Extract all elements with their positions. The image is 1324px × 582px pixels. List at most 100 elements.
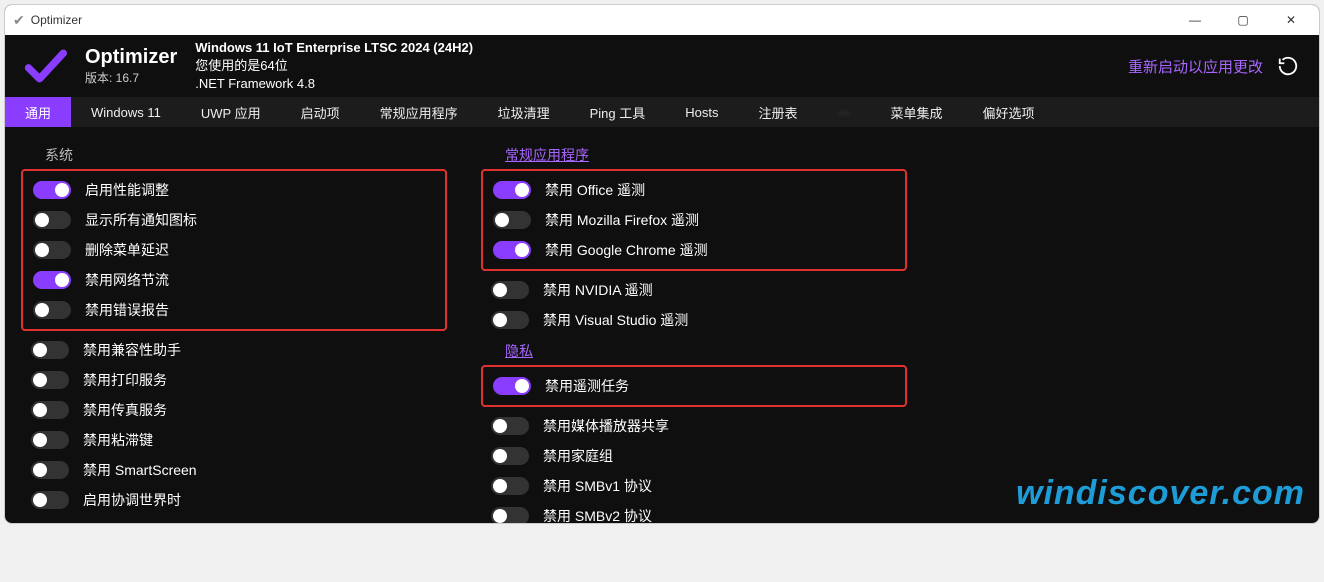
system-item-9-label: 禁用 SmartScreen [83,460,197,480]
tab-0[interactable]: 通用 [5,97,71,127]
app-version: 版本: 16.7 [85,69,177,86]
system-item-0-toggle[interactable] [33,181,71,199]
restart-to-apply-link[interactable]: 重新启动以应用更改 [1128,56,1263,77]
section-header-apps[interactable]: 常规应用程序 [505,145,907,165]
system-item-10-label: 启用协调世界时 [83,490,181,510]
arch-line: 您使用的是64位 [195,57,473,75]
system-item-10-toggle[interactable] [31,491,69,509]
app-window: ✔ Optimizer — ▢ ✕ Optimizer 版本: 16.7 Win… [4,4,1320,524]
apps-item-1-label: 禁用 Mozilla Firefox 遥测 [545,210,699,230]
system-item-3-toggle[interactable] [33,271,71,289]
content-area: 系统 启用性能调整显示所有通知图标删除菜单延迟禁用网络节流禁用错误报告 禁用兼容… [5,127,1319,523]
system-item-1-toggle[interactable] [33,211,71,229]
privacy-item-1: 禁用媒体播放器共享 [487,411,907,441]
apps-item-0-toggle[interactable] [493,181,531,199]
system-info: Windows 11 IoT Enterprise LTSC 2024 (24H… [195,39,473,94]
tab-8[interactable]: 注册表 [739,97,818,127]
tab-4[interactable]: 常规应用程序 [360,97,478,127]
system-item-1: 显示所有通知图标 [29,205,439,235]
apps-item-1-toggle[interactable] [493,211,531,229]
section-header-system: 系统 [45,145,447,165]
privacy-item-4: 禁用 SMBv2 协议 [487,501,907,524]
apps-item-4-label: 禁用 Visual Studio 遥测 [543,310,688,330]
column-right: 常规应用程序 禁用 Office 遥测禁用 Mozilla Firefox 遥测… [487,137,907,513]
apps-item-0: 禁用 Office 遥测 [489,175,899,205]
system-item-4: 禁用错误报告 [29,295,439,325]
system-item-7-toggle[interactable] [31,401,69,419]
apps-item-0-label: 禁用 Office 遥测 [545,180,645,200]
apps-item-4: 禁用 Visual Studio 遥测 [487,305,907,335]
privacy-item-1-label: 禁用媒体播放器共享 [543,416,669,436]
apps-item-2-label: 禁用 Google Chrome 遥测 [545,240,708,260]
tab-7[interactable]: Hosts [665,97,738,127]
apps-item-3-toggle[interactable] [491,281,529,299]
system-item-5: 禁用兼容性助手 [27,335,447,365]
system-item-8-label: 禁用粘滞键 [83,430,153,450]
system-item-6-toggle[interactable] [31,371,69,389]
net-line: .NET Framework 4.8 [195,75,473,93]
tab-1[interactable]: Windows 11 [71,97,181,127]
privacy-item-2: 禁用家庭组 [487,441,907,471]
system-item-1-label: 显示所有通知图标 [85,210,197,230]
highlight-system: 启用性能调整显示所有通知图标删除菜单延迟禁用网络节流禁用错误报告 [21,169,447,331]
privacy-item-4-label: 禁用 SMBv2 协议 [543,506,652,524]
tab-9[interactable]: ··· [818,97,871,127]
system-item-8-toggle[interactable] [31,431,69,449]
section-header-privacy[interactable]: 隐私 [505,341,907,361]
privacy-item-0-toggle[interactable] [493,377,531,395]
system-item-7: 禁用传真服务 [27,395,447,425]
titlebar-title: Optimizer [31,13,82,27]
tab-2[interactable]: UWP 应用 [181,97,281,127]
system-item-7-label: 禁用传真服务 [83,400,167,420]
apps-item-4-toggle[interactable] [491,311,529,329]
system-item-6-label: 禁用打印服务 [83,370,167,390]
privacy-item-4-toggle[interactable] [491,507,529,524]
system-item-3-label: 禁用网络节流 [85,270,169,290]
titlebar-app-icon: ✔ [13,12,25,29]
privacy-item-3-label: 禁用 SMBv1 协议 [543,476,652,496]
system-item-0: 启用性能调整 [29,175,439,205]
system-item-10: 启用协调世界时 [27,485,447,515]
app-logo-icon [23,44,67,88]
minimize-button[interactable]: — [1175,6,1215,34]
system-item-0-label: 启用性能调整 [85,180,169,200]
maximize-button[interactable]: ▢ [1223,6,1263,34]
system-item-5-toggle[interactable] [31,341,69,359]
privacy-item-3: 禁用 SMBv1 协议 [487,471,907,501]
system-item-9-toggle[interactable] [31,461,69,479]
system-item-4-label: 禁用错误报告 [85,300,169,320]
privacy-item-1-toggle[interactable] [491,417,529,435]
tab-11[interactable]: 偏好选项 [963,97,1055,127]
system-item-4-toggle[interactable] [33,301,71,319]
column-system: 系统 启用性能调整显示所有通知图标删除菜单延迟禁用网络节流禁用错误报告 禁用兼容… [27,137,447,513]
privacy-item-0: 禁用遥测任务 [489,371,899,401]
apps-item-1: 禁用 Mozilla Firefox 遥测 [489,205,899,235]
system-item-5-label: 禁用兼容性助手 [83,340,181,360]
privacy-item-2-label: 禁用家庭组 [543,446,613,466]
app-name: Optimizer [85,46,177,69]
apps-item-3-label: 禁用 NVIDIA 遥测 [543,280,653,300]
refresh-icon[interactable] [1275,53,1301,79]
system-item-9: 禁用 SmartScreen [27,455,447,485]
titlebar: ✔ Optimizer — ▢ ✕ [5,5,1319,35]
tab-5[interactable]: 垃圾清理 [478,97,570,127]
close-button[interactable]: ✕ [1271,6,1311,34]
privacy-item-3-toggle[interactable] [491,477,529,495]
system-item-2-label: 删除菜单延迟 [85,240,169,260]
system-item-2-toggle[interactable] [33,241,71,259]
system-item-8: 禁用粘滞键 [27,425,447,455]
tab-6[interactable]: Ping 工具 [570,97,666,127]
apps-item-3: 禁用 NVIDIA 遥测 [487,275,907,305]
highlight-privacy: 禁用遥测任务 [481,365,907,407]
tab-3[interactable]: 启动项 [281,97,360,127]
apps-item-2-toggle[interactable] [493,241,531,259]
watermark: windiscover.com [1016,474,1305,513]
privacy-item-2-toggle[interactable] [491,447,529,465]
tab-bar: 通用Windows 11UWP 应用启动项常规应用程序垃圾清理Ping 工具Ho… [5,97,1319,127]
os-line: Windows 11 IoT Enterprise LTSC 2024 (24H… [195,39,473,57]
header: Optimizer 版本: 16.7 Windows 11 IoT Enterp… [5,35,1319,97]
highlight-apps: 禁用 Office 遥测禁用 Mozilla Firefox 遥测禁用 Goog… [481,169,907,271]
tab-10[interactable]: 菜单集成 [871,97,963,127]
apps-item-2: 禁用 Google Chrome 遥测 [489,235,899,265]
system-item-2: 删除菜单延迟 [29,235,439,265]
